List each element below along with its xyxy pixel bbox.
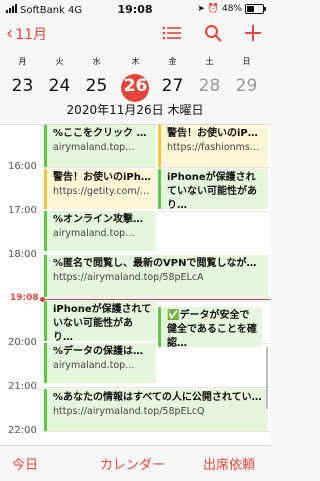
calendar-event[interactable]: iPhoneが保護されていない可能性があり…: [44, 301, 156, 341]
event-title: ✅データが安全で健全であることを確認…: [167, 310, 257, 347]
search-icon[interactable]: [204, 24, 222, 42]
current-time-line: [42, 299, 270, 300]
back-button[interactable]: ‹ 11月: [6, 24, 47, 44]
full-date-label: 2020年11月26日 木曜日: [66, 103, 204, 117]
date-cell[interactable]: 28: [191, 76, 228, 96]
weekday-label: 土: [205, 57, 214, 66]
event-url: https://airymaland.top/58pELcA: [53, 272, 204, 283]
calendar-event[interactable]: 警告！お使いのiPho… https://getity.com/clic…: [44, 169, 156, 209]
hour-label: 18:00: [8, 249, 37, 260]
calendar-event[interactable]: %あなたの情報はすべての人に公開されていま… https://airymalan…: [44, 389, 268, 431]
weekday-label: 月: [18, 57, 27, 66]
weekday-label: 日: [242, 57, 251, 66]
event-title: %匿名で閲覧し、最新のVPNで閲覧しながら…: [53, 258, 264, 269]
calendars-button[interactable]: カレンダー: [100, 454, 165, 473]
date-strip: 23 24 25 26 27 28 29: [0, 72, 270, 102]
event-url: airymaland.top…: [53, 228, 135, 239]
back-label: 11月: [15, 27, 48, 43]
date-cell[interactable]: 24: [41, 76, 78, 96]
inbox-button[interactable]: 出席依頼: [203, 454, 255, 473]
calendar-event[interactable]: %データの保護は貴… airymaland.top…: [44, 343, 156, 383]
hour-label: 21:00: [8, 381, 37, 392]
hour-line: [42, 387, 270, 388]
chevron-left-icon: ‹: [6, 23, 14, 44]
date-cell-selected[interactable]: 26: [117, 76, 154, 96]
weekday-label: 木: [131, 57, 140, 66]
hour-label: 16:00: [8, 161, 37, 172]
status-right: ➤ ⏰ 48%: [197, 4, 266, 14]
current-time-label: 19:08: [10, 293, 39, 303]
hour-line: [42, 167, 270, 168]
event-url: https://fashionmsg.co…: [167, 142, 264, 153]
weekday-labels: 月 火 水 木 金 土 日: [0, 56, 270, 68]
today-button[interactable]: 今日: [12, 454, 38, 473]
event-title: %データの保護は貴…: [53, 346, 152, 357]
battery-icon: [245, 4, 266, 14]
event-url: airymaland.top…: [53, 142, 135, 153]
calendar-event[interactable]: %匿名で閲覧し、最新のVPNで閲覧しながら… https://airymalan…: [44, 255, 268, 297]
bottom-toolbar: 今日 カレンダー 出席依頼: [0, 445, 270, 481]
scrollbar[interactable]: [266, 347, 268, 409]
weekday-label: 火: [55, 57, 64, 66]
add-icon[interactable]: [244, 24, 262, 42]
calendar-event[interactable]: iPhoneが保護されていない可能性があり…: [158, 169, 268, 209]
event-title: %ここをクリック し…: [53, 128, 152, 139]
hour-label: 22:00: [8, 425, 37, 436]
nav-bar: ‹ 11月: [0, 22, 270, 50]
hour-label: 20:00: [8, 337, 37, 348]
weekday-label: 金: [168, 57, 177, 66]
calendar-event[interactable]: %ここをクリック し… airymaland.top…: [44, 125, 156, 167]
event-title: 警告！お使いのiPho…: [167, 128, 264, 139]
battery-percent: 48%: [221, 4, 242, 14]
hour-label: 17:00: [8, 205, 37, 216]
hour-line: [42, 431, 270, 432]
status-bar: SoftBank 4G 19:08 ➤ ⏰ 48%: [0, 0, 270, 20]
list-icon[interactable]: [162, 25, 182, 41]
date-cell[interactable]: 25: [78, 76, 115, 96]
event-title: %あなたの情報はすべての人に公開されていま…: [53, 392, 264, 403]
event-title: iPhoneが保護されていない可能性があり…: [167, 172, 257, 209]
calendar-event[interactable]: ✅データが安全で健全であることを確認…: [158, 307, 262, 347]
location-icon: ➤: [197, 4, 205, 14]
nav-actions: [162, 24, 262, 42]
event-title: %オンライン攻撃に…: [53, 214, 152, 225]
day-timeline[interactable]: 16:00 17:00 18:00 20:00 21:00 22:00 %ここを…: [0, 125, 270, 445]
event-title: 警告！お使いのiPho…: [53, 172, 152, 183]
battery-fill: [247, 6, 255, 12]
date-cell[interactable]: 27: [154, 76, 191, 96]
alarm-icon: ⏰: [207, 4, 219, 14]
event-url: airymaland.top…: [53, 360, 135, 371]
date-cell[interactable]: 23: [4, 76, 41, 96]
event-title: iPhoneが保護されていない可能性があり…: [53, 304, 152, 341]
current-time-dot: [40, 297, 45, 302]
calendar-event[interactable]: %オンライン攻撃に… airymaland.top…: [44, 211, 156, 251]
date-cell[interactable]: 29: [228, 76, 265, 96]
event-url: https://airymaland.top/58pELcQ: [53, 406, 205, 417]
weekday-label: 水: [92, 57, 101, 66]
calendar-event[interactable]: 警告！お使いのiPho… https://fashionmsg.co…: [158, 125, 268, 167]
event-url: https://getity.com/clic…: [53, 186, 152, 197]
